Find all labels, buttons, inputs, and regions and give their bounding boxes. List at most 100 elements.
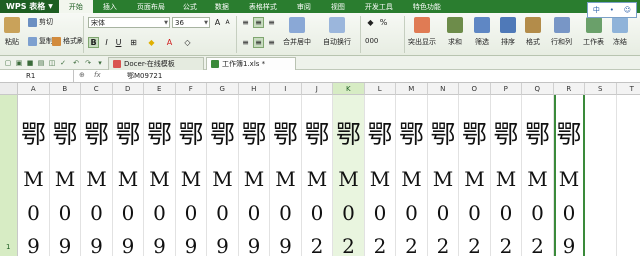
menu-tab[interactable]: 公式	[175, 0, 205, 13]
column-header[interactable]: B	[49, 83, 81, 95]
bold-button[interactable]: B	[88, 37, 99, 48]
align-middle-icon[interactable]: ≡	[253, 17, 264, 28]
column-header[interactable]: S	[585, 83, 617, 95]
cut-label: 剪切	[39, 18, 53, 26]
column-header[interactable]: K	[333, 83, 365, 95]
menu-tab[interactable]: 特色功能	[403, 0, 451, 13]
app-menu-button[interactable]: WPS 表格 ▼	[0, 0, 59, 13]
thousands-button[interactable]: 000	[365, 37, 378, 45]
menu-tab[interactable]: 审阅	[287, 0, 321, 13]
italic-button[interactable]: I	[101, 37, 112, 48]
column-header[interactable]: J	[301, 83, 333, 95]
column-header[interactable]: I	[270, 83, 302, 95]
formula-input[interactable]: 鄂M09721	[127, 71, 162, 81]
save-icon[interactable]: ■	[26, 59, 34, 67]
font-size-select[interactable]: 36 ▼	[172, 17, 210, 28]
zoom-icon[interactable]: ⊕	[79, 71, 85, 79]
column-header[interactable]: C	[81, 83, 113, 95]
select-all-corner[interactable]	[0, 83, 18, 95]
column-header[interactable]: Q	[522, 83, 554, 95]
font-color-icon[interactable]: A	[164, 37, 175, 48]
cell-character: 鄂	[52, 120, 78, 149]
freeze-button[interactable]: 冻结	[612, 17, 628, 47]
cell-character: 9	[121, 234, 135, 256]
underline-button[interactable]: U	[113, 37, 124, 48]
input-method-toolbar[interactable]: 中 • ☺	[587, 2, 637, 18]
rows-cols-label: 行和列	[551, 38, 572, 46]
align-center-icon[interactable]: ≡	[253, 37, 264, 48]
column-header[interactable]: N	[427, 83, 459, 95]
conditional-format-button[interactable]: 突出显示	[408, 17, 436, 47]
cell-character: 鄂	[524, 120, 550, 149]
spell-check-icon[interactable]: ✓	[59, 59, 67, 67]
column-header[interactable]: T	[616, 83, 640, 95]
column-header[interactable]: M	[396, 83, 428, 95]
tab-workbook[interactable]: 工作簿1.xls *	[206, 57, 296, 70]
auto-wrap-button[interactable]: 自动换行	[323, 17, 351, 47]
fx-button[interactable]: fx	[94, 71, 101, 79]
align-bottom-icon[interactable]: ≡	[266, 17, 277, 28]
fill-color-icon[interactable]: ◆	[146, 37, 157, 48]
menu-tab[interactable]: 视图	[321, 0, 355, 13]
ime-item[interactable]: •	[610, 6, 614, 14]
column-header[interactable]: L	[364, 83, 396, 95]
align-right-icon[interactable]: ≡	[266, 37, 277, 48]
column-header[interactable]: R	[553, 83, 585, 95]
menu-tab[interactable]: 插入	[93, 0, 127, 13]
row-header-1[interactable]: 1	[0, 95, 18, 256]
number-format-icon[interactable]: ◆	[365, 17, 376, 28]
column-header[interactable]: H	[238, 83, 270, 95]
format-button[interactable]: 格式	[525, 17, 541, 47]
preview-icon[interactable]: ◫	[48, 59, 56, 67]
cell-character: M	[527, 167, 548, 191]
cell-character: 鄂	[83, 120, 109, 149]
menu-tab[interactable]: 页面布局	[127, 0, 175, 13]
sum-button[interactable]: 求和	[447, 17, 463, 47]
format-painter-button[interactable]: 格式刷	[52, 36, 84, 46]
column-header[interactable]: O	[459, 83, 491, 95]
customize-icon[interactable]: ▾	[96, 59, 104, 67]
redo-icon[interactable]: ↷	[84, 59, 92, 67]
name-box[interactable]: R1	[0, 70, 74, 82]
column-header[interactable]: P	[490, 83, 522, 95]
ime-item[interactable]: 中	[593, 5, 600, 15]
menu-tab[interactable]: 数据	[205, 0, 239, 13]
merge-center-button[interactable]: 合并居中	[283, 17, 311, 47]
filter-button[interactable]: 筛选	[474, 17, 490, 47]
shrink-font-icon[interactable]: A	[222, 17, 233, 28]
border-icon[interactable]: ⊞	[128, 37, 139, 48]
percent-button[interactable]: %	[378, 17, 389, 28]
sort-icon	[500, 17, 516, 33]
ribbon: 粘贴 剪切 复制 格式刷 宋体 ▼ 36 ▼ A A B I U ⊞ ◆ A ◇…	[0, 13, 640, 56]
paste-button[interactable]: 粘贴	[4, 17, 20, 47]
ime-item[interactable]: ☺	[624, 6, 631, 14]
column-header[interactable]: F	[175, 83, 207, 95]
open-folder-icon[interactable]: ▣	[15, 59, 23, 67]
spreadsheet-grid[interactable]: 1 A鄂M09B鄂M09C鄂M09D鄂M09E鄂M09F鄂M09G鄂M09H鄂M…	[0, 83, 640, 256]
copy-button[interactable]: 复制	[28, 36, 53, 46]
clear-format-icon[interactable]: ◇	[182, 37, 193, 48]
grid-column[interactable]	[585, 95, 617, 256]
tab-docer[interactable]: Docer-在线模板	[108, 57, 204, 70]
column-header[interactable]: D	[112, 83, 144, 95]
cell-character: 0	[468, 201, 481, 225]
active-cell[interactable]	[553, 95, 585, 256]
print-icon[interactable]: ▤	[37, 59, 45, 67]
font-name-select[interactable]: 宋体 ▼	[88, 17, 170, 28]
menu-tab[interactable]: 开始	[58, 0, 93, 13]
menu-tab[interactable]: 开发工具	[355, 0, 403, 13]
menu-tab[interactable]: 表格样式	[239, 0, 287, 13]
cell-character: M	[117, 167, 139, 191]
column-header[interactable]: E	[144, 83, 176, 95]
column-header[interactable]: A	[18, 83, 50, 95]
align-left-icon[interactable]: ≡	[240, 37, 251, 48]
rows-cols-button[interactable]: 行和列	[551, 17, 572, 47]
column-header[interactable]: G	[207, 83, 239, 95]
cut-button[interactable]: 剪切	[28, 17, 53, 27]
new-file-icon[interactable]: ▢	[4, 59, 12, 67]
grid-column[interactable]	[617, 95, 640, 256]
align-top-icon[interactable]: ≡	[240, 17, 251, 28]
undo-icon[interactable]: ↶	[72, 59, 80, 67]
worksheet-button[interactable]: 工作表	[583, 17, 604, 47]
sort-button[interactable]: 排序	[500, 17, 516, 47]
